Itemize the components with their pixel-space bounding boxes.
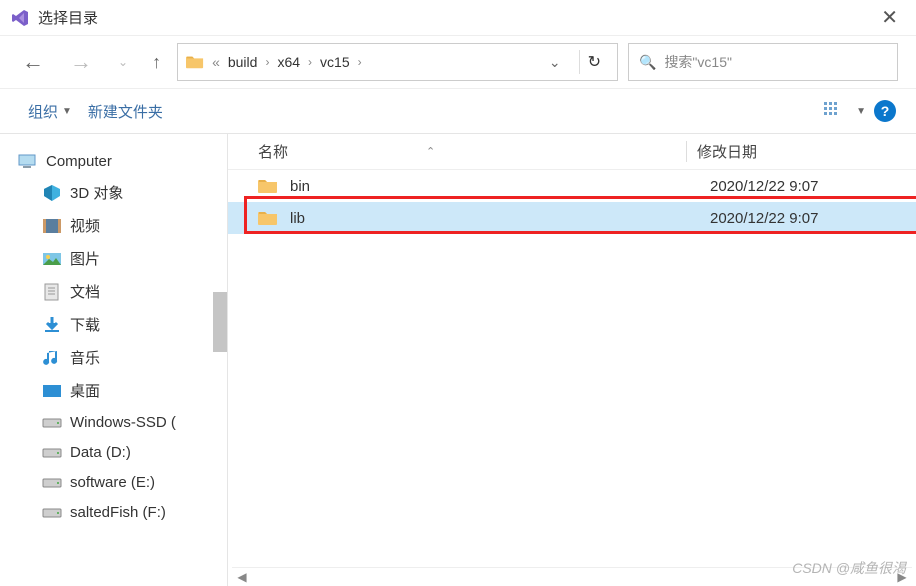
doc-icon [42,283,62,301]
sidebar-scrollbar[interactable] [213,292,227,352]
window-title: 选择目录 [38,7,873,28]
address-bar[interactable]: « build › x64 › vc15 › ⌄ ↻ [177,43,618,81]
folder-icon [258,177,278,195]
computer-icon [18,152,38,170]
sidebar-item-label: 文档 [70,281,100,302]
chevron-right-icon[interactable]: › [265,55,269,69]
vs-icon [10,8,30,28]
drive-icon [42,443,62,461]
up-button[interactable]: ↑ [146,46,167,79]
file-date: 2020/12/22 9:07 [710,210,818,227]
sidebar-item[interactable]: saltedFish (F:) [18,497,223,527]
sidebar-item-label: 下载 [70,314,100,335]
file-date: 2020/12/22 9:07 [710,178,818,195]
desk-icon [42,382,62,400]
column-header-date[interactable]: 修改日期 [686,141,757,162]
file-name: bin [290,178,710,195]
view-icon [824,102,846,120]
video-icon [42,217,62,235]
help-button[interactable]: ? [874,100,896,122]
column-headers: 名称 ⌃ 修改日期 [228,134,916,170]
drive-icon [42,503,62,521]
sidebar-item-label: Data (D:) [70,444,131,461]
scroll-left-icon[interactable]: ◀ [232,570,252,584]
watermark-text: CSDN @咸鱼很渴 [792,558,906,578]
column-header-name[interactable]: 名称 ⌃ [258,141,686,162]
history-dropdown[interactable]: ⌄ [110,49,136,75]
sidebar-item[interactable]: Windows-SSD ( [18,407,223,437]
refresh-button[interactable]: ↻ [579,50,609,74]
chevron-down-icon: ▼ [856,106,866,117]
music-icon [42,349,62,367]
sidebar-item[interactable]: 文档 [18,275,223,308]
address-dropdown[interactable]: ⌄ [543,52,567,73]
sidebar-item[interactable]: 图片 [18,242,223,275]
breadcrumb-overflow[interactable]: « [212,54,220,70]
breadcrumb-item[interactable]: vc15 [320,54,350,70]
sidebar-item-label: 桌面 [70,380,100,401]
sidebar-item-computer[interactable]: Computer [18,146,223,176]
down-icon [42,316,62,334]
breadcrumb: build › x64 › vc15 › [228,54,535,70]
sidebar: Computer 3D 对象视频图片文档下载音乐桌面 Windows-SSD ( D… [0,134,228,586]
file-name: lib [290,210,710,227]
file-list-pane: 名称 ⌃ 修改日期 bin2020/12/22 9:07lib2020/12/2… [228,134,916,586]
sidebar-item-label: saltedFish (F:) [70,504,166,521]
toolbar: 组织 ▼ 新建文件夹 ▼ ? [0,88,916,134]
close-button[interactable]: ✕ [873,5,906,30]
file-row[interactable]: lib2020/12/22 9:07 [228,202,916,234]
title-bar: 选择目录 ✕ [0,0,916,36]
nav-bar: ← → ⌄ ↑ « build › x64 › vc15 › ⌄ ↻ 🔍 搜索"… [0,36,916,88]
search-placeholder: 搜索"vc15" [664,52,732,72]
sidebar-item-label: software (E:) [70,474,155,491]
sidebar-item[interactable]: Data (D:) [18,437,223,467]
sidebar-item-label: 视频 [70,215,100,236]
sidebar-item-label: 3D 对象 [70,182,123,203]
sort-indicator-icon: ⌃ [426,145,435,158]
search-icon: 🔍 [639,54,656,71]
3d-icon [42,184,62,202]
breadcrumb-item[interactable]: build [228,54,258,70]
sidebar-item-label: 图片 [70,248,100,269]
back-button[interactable]: ← [14,43,52,81]
chevron-right-icon[interactable]: › [308,55,312,69]
pic-icon [42,250,62,268]
sidebar-item[interactable]: 3D 对象 [18,176,223,209]
file-row[interactable]: bin2020/12/22 9:07 [228,170,916,202]
folder-icon [258,209,278,227]
drive-icon [42,473,62,491]
organize-button[interactable]: 组织 ▼ [20,95,80,128]
drive-icon [42,413,62,431]
sidebar-item[interactable]: 下载 [18,308,223,341]
breadcrumb-item[interactable]: x64 [277,54,300,70]
view-options-button[interactable]: ▼ [816,96,874,126]
sidebar-item-label: Windows-SSD ( [70,414,176,431]
chevron-right-icon[interactable]: › [358,55,362,69]
sidebar-item[interactable]: software (E:) [18,467,223,497]
sidebar-item[interactable]: 音乐 [18,341,223,374]
forward-button[interactable]: → [62,43,100,81]
chevron-down-icon: ▼ [62,106,72,117]
sidebar-item[interactable]: 桌面 [18,374,223,407]
sidebar-item[interactable]: 视频 [18,209,223,242]
sidebar-item-label: 音乐 [70,347,100,368]
new-folder-button[interactable]: 新建文件夹 [80,95,171,128]
search-input[interactable]: 🔍 搜索"vc15" [628,43,898,81]
folder-icon [186,53,204,71]
